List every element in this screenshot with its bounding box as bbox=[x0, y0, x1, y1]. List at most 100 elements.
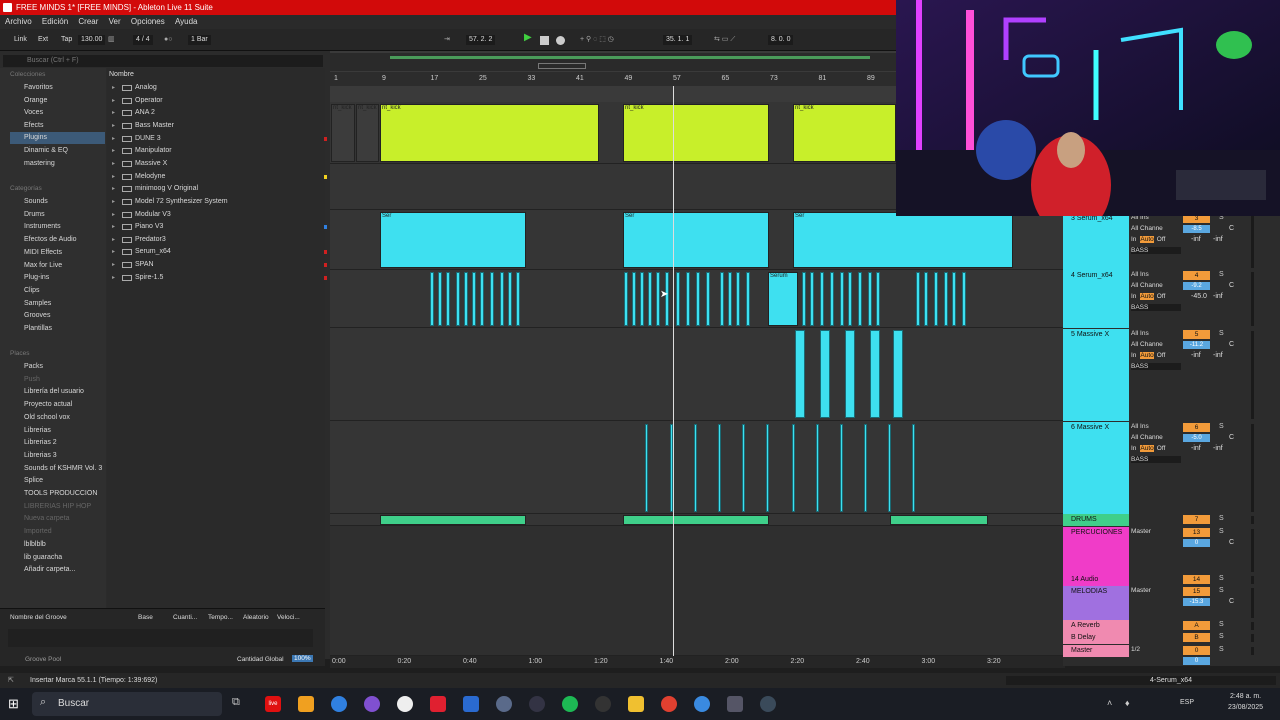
serum-note-segment[interactable] bbox=[464, 272, 468, 326]
send-a-value[interactable]: -inf bbox=[1191, 352, 1201, 359]
output-group[interactable]: BASS bbox=[1131, 247, 1181, 254]
expand-arrow-icon[interactable]: ▸ bbox=[112, 95, 115, 107]
volume-value[interactable]: -11.2 bbox=[1183, 341, 1210, 349]
category-item[interactable]: Clips bbox=[10, 285, 105, 297]
loop-icons[interactable]: ⇆ ▭ ⟋ bbox=[714, 35, 735, 45]
list-header-name[interactable]: Nombre bbox=[109, 71, 134, 78]
send-a-value[interactable]: -45.0 bbox=[1191, 293, 1207, 300]
category-item[interactable]: Sounds bbox=[10, 196, 105, 208]
windows-start-icon[interactable]: ⊞ bbox=[8, 696, 24, 712]
expand-arrow-icon[interactable]: ▸ bbox=[112, 158, 115, 170]
expand-arrow-icon[interactable]: ▸ bbox=[112, 234, 115, 246]
expand-arrow-icon[interactable]: ▸ bbox=[112, 133, 115, 145]
mixer-channel[interactable]: 14 Audio 14 S bbox=[1063, 574, 1268, 586]
massive-note-line[interactable] bbox=[718, 424, 721, 512]
serum-note-segment[interactable] bbox=[802, 272, 806, 326]
kick-clip[interactable]: rit_kick bbox=[623, 104, 769, 162]
place-item[interactable]: lblblblb bbox=[10, 539, 105, 551]
follow-icon[interactable]: ⇥ bbox=[444, 35, 450, 45]
place-item[interactable]: Old school vox bbox=[10, 412, 105, 424]
expand-arrow-icon[interactable]: ▸ bbox=[112, 221, 115, 233]
place-item[interactable]: Proyecto actual bbox=[10, 399, 105, 411]
category-item[interactable]: Max for Live bbox=[10, 260, 105, 272]
serum-clip[interactable]: Ser bbox=[380, 212, 526, 268]
chrome-icon[interactable] bbox=[661, 696, 677, 712]
track-activator[interactable]: 7 bbox=[1183, 515, 1210, 524]
plugin-item[interactable]: ▸ Analog bbox=[111, 82, 321, 94]
channel-name[interactable]: A Reverb bbox=[1063, 620, 1129, 632]
channel-name[interactable]: 6 Massive X bbox=[1063, 422, 1129, 514]
serum-note-segment[interactable] bbox=[934, 272, 938, 326]
song-position-field[interactable]: 57. 2. 2 bbox=[466, 35, 496, 45]
tray-chevron-icon[interactable]: ˄ bbox=[1107, 698, 1112, 708]
app-icon-8[interactable] bbox=[760, 696, 776, 712]
expand-arrow-icon[interactable]: ▸ bbox=[112, 82, 115, 94]
volume-value[interactable]: 0 bbox=[1183, 539, 1210, 547]
metronome-icon[interactable]: ▥ bbox=[108, 35, 115, 45]
drums-group-clip[interactable] bbox=[380, 515, 526, 525]
channel-selector[interactable]: All Channe bbox=[1131, 225, 1181, 232]
expand-arrow-icon[interactable]: ▸ bbox=[112, 107, 115, 119]
mixer-channel[interactable]: PERCUCIONES Master 13 S 0 C bbox=[1063, 527, 1268, 574]
time-signature-field[interactable]: 4 / 4 bbox=[133, 35, 153, 45]
output-group[interactable]: BASS bbox=[1131, 456, 1181, 463]
mixer-channel[interactable]: A Reverb A S bbox=[1063, 620, 1268, 632]
solo-button[interactable]: S bbox=[1219, 587, 1224, 594]
tap-button[interactable]: Tap bbox=[61, 35, 72, 45]
input-selector[interactable]: All Ins bbox=[1131, 271, 1181, 278]
serum-note-segment[interactable] bbox=[876, 272, 880, 326]
solo-button[interactable]: S bbox=[1219, 271, 1224, 278]
track-activator[interactable]: 6 bbox=[1183, 423, 1210, 432]
monitor-in[interactable]: In bbox=[1131, 445, 1136, 452]
solo-button[interactable]: S bbox=[1219, 528, 1224, 535]
serum-note-segment[interactable] bbox=[632, 272, 636, 326]
menu-opciones[interactable]: Opciones bbox=[131, 17, 165, 26]
send-b-value[interactable]: -inf bbox=[1213, 445, 1223, 452]
serum-note-segment[interactable] bbox=[500, 272, 504, 326]
serum-note-segment[interactable] bbox=[676, 272, 680, 326]
serum-note-segment[interactable] bbox=[952, 272, 956, 326]
drums-group-clip[interactable] bbox=[623, 515, 769, 525]
groove-column-header[interactable]: Aleatorio bbox=[243, 614, 269, 621]
place-item[interactable]: Packs bbox=[10, 361, 105, 373]
send-b-value[interactable]: -inf bbox=[1213, 236, 1223, 243]
tempo-field[interactable]: 130.00 bbox=[78, 35, 106, 45]
send-a-value[interactable]: -inf bbox=[1191, 236, 1201, 243]
mixer-channel[interactable]: Master 1/2 0 S 0 bbox=[1063, 645, 1268, 665]
serum-note-segment[interactable] bbox=[858, 272, 862, 326]
place-item[interactable]: Librerias 3 bbox=[10, 450, 105, 462]
copilot-icon[interactable] bbox=[331, 696, 347, 712]
menu-ver[interactable]: Ver bbox=[109, 17, 121, 26]
pan-value[interactable]: C bbox=[1229, 598, 1234, 605]
global-amount-value[interactable]: 100% bbox=[292, 655, 313, 662]
mixer-channel[interactable]: MELODIAS Master 15 S -15.3 C bbox=[1063, 586, 1268, 620]
input-selector[interactable]: All Ins bbox=[1131, 330, 1181, 337]
kick-clip[interactable]: rit_kick bbox=[380, 104, 599, 162]
monitor-buttons[interactable]: In Auto Off bbox=[1131, 352, 1181, 359]
collection-item[interactable]: Efects bbox=[10, 120, 105, 132]
volume-value[interactable]: -8.5 bbox=[1183, 225, 1210, 233]
plugin-item[interactable]: ▸ Operator bbox=[111, 95, 321, 107]
serum-clip[interactable]: Ser bbox=[623, 212, 769, 268]
place-item[interactable]: Librería del usuario bbox=[10, 386, 105, 398]
expand-arrow-icon[interactable]: ▸ bbox=[112, 259, 115, 271]
send-b-value[interactable]: -inf bbox=[1213, 293, 1223, 300]
serum-note-segment[interactable] bbox=[728, 272, 732, 326]
groove-column-header[interactable]: Base bbox=[138, 614, 153, 621]
category-item[interactable]: Grooves bbox=[10, 310, 105, 322]
expand-arrow-icon[interactable]: ▸ bbox=[112, 120, 115, 132]
task-view-icon[interactable]: ⧉ bbox=[232, 696, 248, 712]
settings-app-icon[interactable] bbox=[727, 696, 743, 712]
track-activator[interactable]: 13 bbox=[1183, 528, 1210, 537]
serum-note-segment[interactable] bbox=[840, 272, 844, 326]
plugin-item[interactable]: ▸ Melodyne bbox=[111, 171, 327, 183]
serum-note-segment[interactable] bbox=[456, 272, 460, 326]
mixer-channel[interactable]: 6 Massive X All Ins All Channe In Auto Off BAS… bbox=[1063, 422, 1268, 514]
groove-column-header[interactable]: Tempo... bbox=[208, 614, 233, 621]
stop-button[interactable] bbox=[540, 36, 549, 45]
monitor-off[interactable]: Off bbox=[1157, 293, 1166, 300]
plugin-item[interactable]: ▸ DUNE 3 bbox=[111, 133, 327, 145]
link-button[interactable]: Link bbox=[14, 35, 27, 45]
tray-mic-icon[interactable]: ♦ bbox=[1125, 698, 1130, 708]
expand-arrow-icon[interactable]: ▸ bbox=[112, 272, 115, 284]
